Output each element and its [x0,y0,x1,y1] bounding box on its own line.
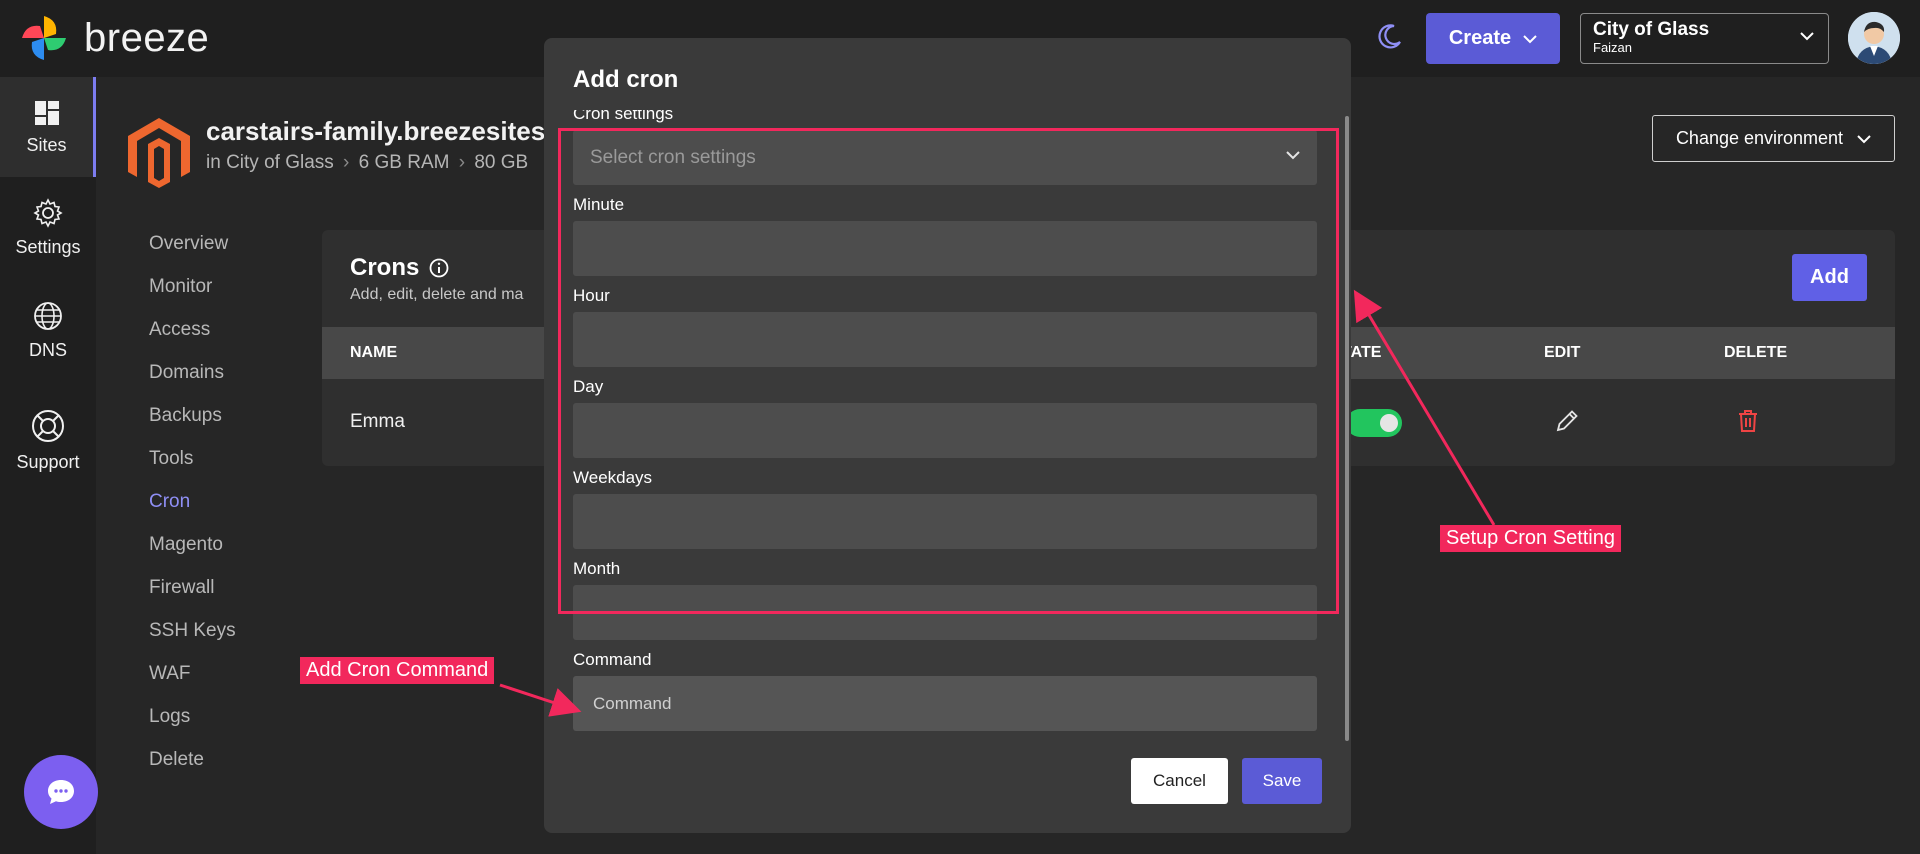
annotation-arrows [499,289,1496,717]
chat-icon [48,780,74,804]
chat-button[interactable] [24,755,98,829]
